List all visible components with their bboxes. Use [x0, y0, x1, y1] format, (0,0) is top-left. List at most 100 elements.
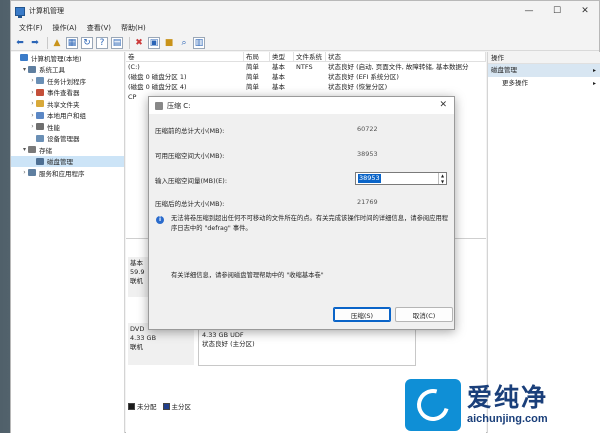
tree-item[interactable]: › 服务和应用程序 [11, 167, 124, 179]
expander-chevron-icon[interactable]: › [29, 100, 36, 107]
menu-help[interactable]: 帮助(H) [116, 23, 151, 33]
legend: 未分配 主分区 [128, 401, 191, 411]
disk-view-icon[interactable]: ▥ [193, 36, 205, 49]
tree-item[interactable]: › 性能 [11, 121, 124, 133]
collapse-arrow-icon: ▸ [592, 67, 596, 74]
watermark: 爱纯净 aichunjing.com [405, 376, 595, 433]
tree-node-icon [28, 146, 36, 154]
up-folder-icon[interactable]: ▲ [51, 37, 63, 49]
tree-item[interactable]: › 任务计划程序 [11, 75, 124, 87]
table-cell: (磁盘 0 磁盘分区 4) [128, 83, 187, 91]
legend-primary-swatch [162, 402, 170, 410]
refresh-icon[interactable]: ↻ [81, 36, 93, 49]
cancel-button[interactable]: 取消(C) [395, 307, 453, 322]
open-folder-icon[interactable]: ■ [163, 37, 175, 49]
column-volume[interactable]: 卷 [126, 52, 244, 61]
properties-icon[interactable]: ▤ [111, 36, 123, 49]
tree-item[interactable]: 设备管理器 [11, 133, 124, 145]
expander-chevron-icon[interactable]: › [29, 89, 36, 96]
dialog-title-bar[interactable]: 压缩 C: ✕ [149, 97, 454, 114]
tree-item[interactable]: ▾ 存储 [11, 144, 124, 156]
expander-chevron-icon[interactable]: › [29, 123, 36, 130]
table-cell: 状态良好 (启动, 页面文件, 故障转储, 基本数据分 [328, 63, 469, 71]
dialog-title: 压缩 C: [167, 101, 191, 110]
volume-table-header: 卷 布局 类型 文件系统 状态 [126, 52, 486, 62]
table-cell: 简单 [246, 73, 259, 81]
tree-item-label: 计算机管理(本地) [31, 54, 82, 63]
close-button[interactable]: ✕ [571, 1, 599, 21]
table-cell: (磁盘 0 磁盘分区 1) [128, 73, 187, 81]
dvd-status: 联机 [130, 343, 143, 351]
table-cell [294, 82, 326, 92]
tree-item-label: 系统工具 [39, 66, 65, 75]
legend-unallocated-label: 未分配 [137, 403, 157, 411]
spin-down-icon[interactable]: ▼ [439, 179, 446, 185]
tree-item-label: 共享文件夹 [47, 100, 80, 109]
menu-file[interactable]: 文件(F) [14, 23, 48, 33]
shrink-button[interactable]: 压缩(S) [333, 307, 391, 322]
column-type[interactable]: 类型 [270, 52, 294, 61]
menu-action[interactable]: 操作(A) [48, 23, 82, 33]
actions-section-label: 磁盘管理 [491, 66, 517, 74]
more-actions-label: 更多操作 [502, 79, 528, 87]
tree-item-label: 服务和应用程序 [39, 169, 85, 178]
toolbar: ⬅ ➡ ▲ ▦ ↻ ? ▤ ✖ ▣ ■ ⌕ ▥ [11, 35, 599, 51]
tree-item[interactable]: › 共享文件夹 [11, 98, 124, 110]
minimize-button[interactable]: — [515, 1, 543, 21]
table-cell: 基本 [272, 73, 285, 81]
table-cell: NTFS [296, 63, 313, 71]
computer-management-icon [15, 6, 25, 18]
tree-item[interactable]: ▾ 系统工具 [11, 64, 124, 76]
legend-unallocated-swatch [128, 402, 135, 410]
expander-chevron-icon[interactable]: ▾ [21, 66, 28, 73]
help-icon[interactable]: ? [96, 36, 108, 49]
table-cell: 状态良好 (EFI 系统分区) [328, 73, 399, 81]
tree-item[interactable]: › 本地用户和组 [11, 110, 124, 122]
expander-chevron-icon[interactable]: › [29, 112, 36, 119]
forward-arrow-icon[interactable]: ➡ [29, 37, 41, 49]
available-shrink-label: 可用压缩空间大小(MB): [155, 152, 225, 160]
spin-buttons: ▲ ▼ [438, 173, 446, 184]
shrink-amount-value[interactable]: 38953 [358, 174, 381, 183]
rescan-icon[interactable]: ▣ [148, 36, 160, 49]
maximize-button[interactable]: ☐ [543, 1, 571, 21]
dialog-close-button[interactable]: ✕ [439, 100, 447, 110]
table-row[interactable]: (C:) 简单 基本 NTFS 状态良好 (启动, 页面文件, 故障转储, 基本数据分 [126, 62, 486, 72]
search-icon[interactable]: ⌕ [178, 37, 190, 49]
info-text: 无法将卷压缩到超出任何不可移动的文件所在的点。有关完成该操作时间的详细信息，请参… [171, 215, 449, 232]
tree-item[interactable]: › 事件查看器 [11, 87, 124, 99]
tree-item-label: 本地用户和组 [47, 112, 86, 121]
tree-node-icon [36, 100, 44, 108]
title-bar[interactable]: 计算机管理 — ☐ ✕ [11, 1, 599, 21]
actions-section-disk-management[interactable]: 磁盘管理 ▸ [488, 64, 600, 77]
column-layout[interactable]: 布局 [244, 52, 270, 61]
dvd-size: 4.33 GB [130, 334, 157, 342]
more-actions-item[interactable]: 更多操作 ▸ [488, 77, 600, 90]
tree-item-label: 磁盘管理 [47, 158, 73, 167]
back-arrow-icon[interactable]: ⬅ [14, 37, 26, 49]
column-status[interactable]: 状态 [326, 52, 486, 61]
table-row[interactable]: (磁盘 0 磁盘分区 4) 简单 基本 状态良好 (恢复分区) [126, 82, 486, 92]
column-filesystem[interactable]: 文件系统 [294, 52, 326, 61]
table-cell: (C:) [128, 63, 140, 71]
expander-chevron-icon[interactable]: › [21, 169, 28, 176]
console-tree-icon[interactable]: ▦ [66, 36, 78, 49]
tree-item-label: 任务计划程序 [47, 77, 86, 86]
more-info-text: 有关详细信息，请参阅磁盘管理帮助中的 "收缩基本卷" [171, 272, 324, 279]
tree-item[interactable]: 计算机管理(本地) [11, 52, 124, 64]
menu-view[interactable]: 查看(V) [82, 23, 116, 33]
dvd-partition[interactable]: 4.33 GB UDF 状态良好 (主分区) [198, 325, 416, 366]
tree-node-icon [36, 157, 44, 165]
legend-primary-label: 主分区 [171, 403, 192, 411]
expander-chevron-icon[interactable]: ▾ [21, 146, 28, 153]
tree-item[interactable]: 磁盘管理 [11, 155, 124, 167]
expander-chevron-icon[interactable]: › [29, 77, 36, 84]
table-cell: 简单 [246, 63, 259, 71]
table-cell: 基本 [272, 63, 285, 71]
shrink-amount-input[interactable]: 38953 ▲ ▼ [355, 172, 447, 185]
table-cell: 基本 [272, 83, 285, 91]
delete-icon[interactable]: ✖ [133, 37, 145, 49]
tree-node-icon [28, 169, 36, 177]
tree-node-icon [36, 123, 44, 131]
table-row[interactable]: (磁盘 0 磁盘分区 1) 简单 基本 状态良好 (EFI 系统分区) [126, 72, 486, 82]
